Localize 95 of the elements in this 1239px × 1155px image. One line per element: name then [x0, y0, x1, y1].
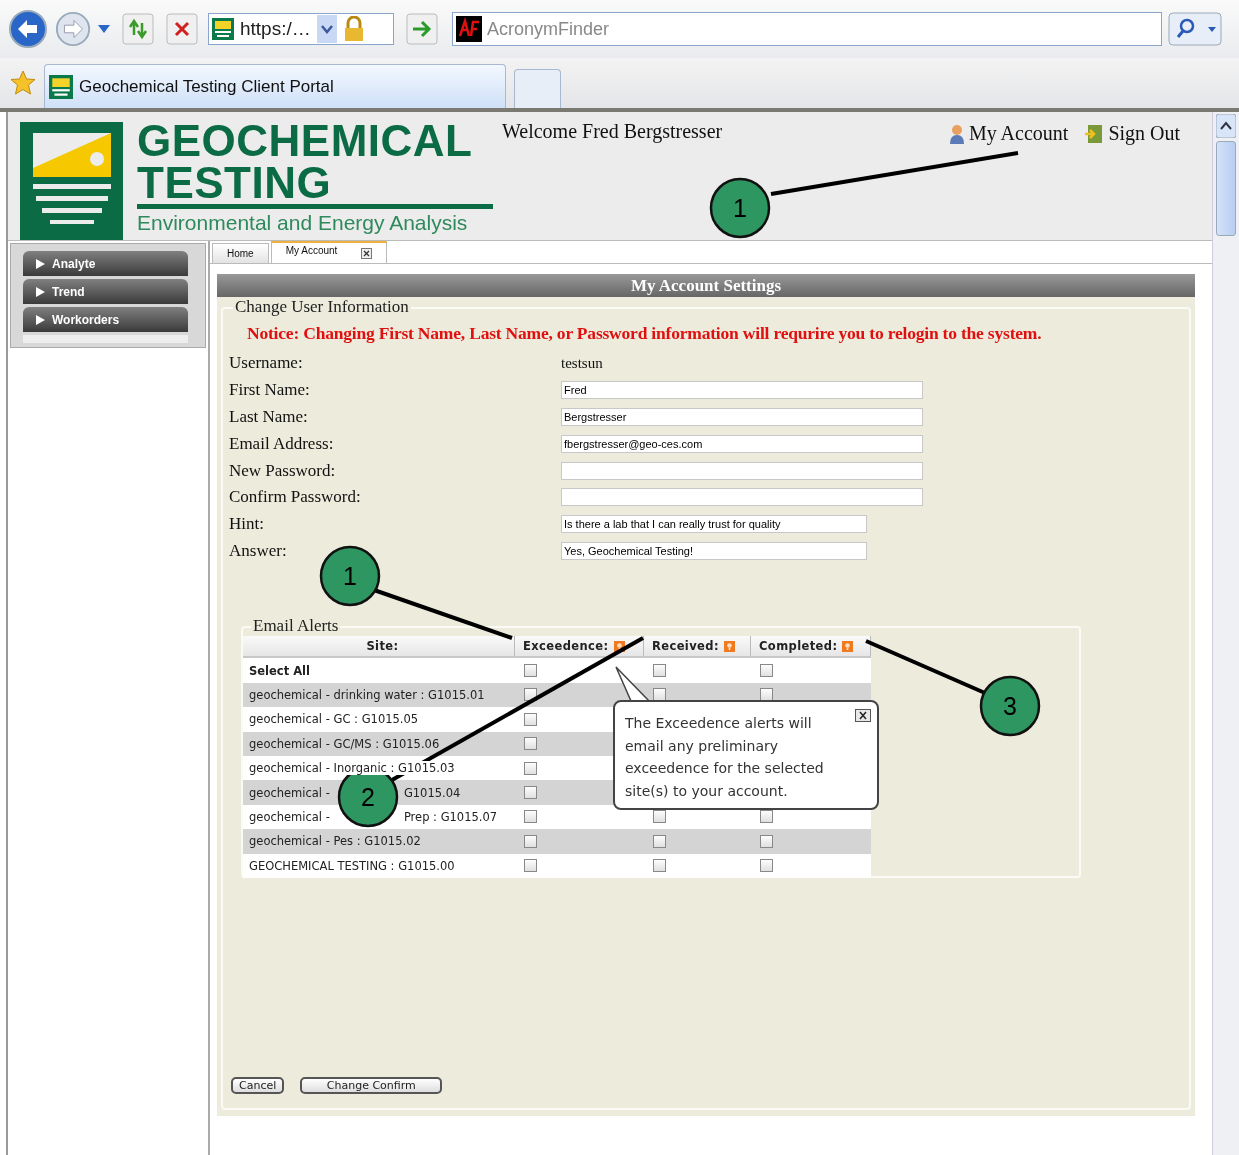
search-provider-icon — [456, 16, 482, 42]
site-name: GEOCHEMICAL TESTING : G1015.00 — [249, 858, 455, 873]
user-icon — [948, 123, 965, 144]
checkbox[interactable] — [653, 859, 666, 873]
back-icon[interactable] — [8, 9, 48, 49]
checkbox[interactable] — [524, 664, 537, 678]
checkbox[interactable] — [524, 712, 537, 726]
site-name: geochemical - — [249, 809, 330, 824]
brand-title: TESTING — [137, 162, 493, 209]
field-label: Email Address: — [229, 433, 335, 454]
input-field[interactable]: Bergstresser — [561, 408, 923, 426]
form-button[interactable]: Change Confirm — [300, 1077, 443, 1094]
checkbox[interactable] — [653, 834, 666, 848]
checkbox[interactable] — [524, 786, 537, 799]
field-label: Answer: — [229, 540, 288, 561]
expand-arrow-icon — [35, 314, 45, 325]
help-icon[interactable] — [613, 640, 625, 652]
checkbox[interactable] — [524, 834, 537, 848]
page-tab[interactable]: Home — [212, 243, 269, 263]
close-icon[interactable] — [855, 709, 871, 723]
tooltip: The Exceedence alerts will email any preliminary exceedence for the selected site(s) to your account. — [613, 700, 879, 811]
field-value: testsun — [561, 354, 603, 372]
lock-icon — [342, 16, 365, 42]
scroll-thumb[interactable] — [1216, 141, 1237, 236]
column-header: Exceedence: — [515, 636, 644, 657]
site-name: geochemical - drinking water : G1015.01 — [249, 687, 485, 702]
checkbox[interactable] — [760, 834, 773, 848]
input-field[interactable] — [561, 461, 923, 480]
checkbox[interactable] — [524, 737, 537, 751]
site-icon — [212, 18, 234, 40]
site-name: geochemical - GC/MS : G1015.06 — [249, 736, 440, 751]
callout-badge: 3 — [979, 675, 1041, 737]
input-field[interactable] — [561, 488, 923, 507]
site-name: geochemical - — [249, 785, 330, 800]
dropdown-icon[interactable] — [316, 15, 337, 43]
field-label: Last Name: — [229, 407, 309, 427]
stop-icon[interactable] — [166, 13, 198, 45]
checkbox[interactable] — [524, 859, 537, 873]
field-label: Username: — [229, 353, 304, 374]
section-legend: Change User Information — [233, 297, 411, 317]
callout-badge: 1 — [319, 545, 381, 607]
checkbox[interactable] — [760, 810, 773, 824]
form-button[interactable]: Cancel — [231, 1077, 285, 1094]
input-field[interactable]: fbergstresser@geo-ces.com — [561, 434, 923, 453]
checkbox[interactable] — [760, 859, 773, 873]
expand-arrow-icon — [35, 258, 45, 269]
search-field[interactable]: AcronymFinder — [452, 12, 1162, 46]
favorites-star-icon[interactable] — [10, 70, 36, 96]
column-header: Site: — [243, 636, 515, 657]
site-name: geochemical - Inorganic : G1015.03 — [249, 761, 455, 776]
input-field[interactable]: Fred — [561, 381, 923, 400]
input-field[interactable]: Yes, Geochemical Testing! — [561, 541, 867, 560]
header-link[interactable]: Sign Out — [1108, 122, 1181, 145]
search-icon[interactable] — [1168, 12, 1222, 46]
brand-tagline: Environmental and Energy Analysis — [137, 210, 469, 236]
welcome-text: Welcome Fred Bergstresser — [502, 120, 723, 143]
tooltip-tail — [615, 666, 651, 703]
field-label: Hint: — [229, 514, 265, 535]
field-label: New Password: — [229, 460, 337, 481]
checkbox[interactable] — [653, 664, 666, 678]
scrollbar[interactable] — [1212, 112, 1239, 1155]
site-name: geochemical - Pes : G1015.02 — [249, 834, 421, 849]
field-label: First Name: — [229, 380, 311, 401]
close-icon[interactable] — [361, 248, 373, 259]
input-field[interactable]: Is there a lab that I can really trust for quality — [561, 515, 867, 534]
page-tab[interactable]: My Account — [270, 241, 388, 263]
header-link[interactable]: My Account — [968, 122, 1069, 145]
checkbox[interactable] — [653, 810, 666, 824]
expand-arrow-icon — [35, 286, 45, 297]
forward-icon[interactable] — [54, 10, 92, 48]
site-name: G1015.04 — [403, 785, 461, 800]
callout-badge: 1 — [709, 177, 771, 239]
column-header: Completed: — [751, 636, 871, 657]
go-icon[interactable] — [406, 13, 438, 45]
checkbox[interactable] — [524, 761, 537, 775]
checkbox[interactable] — [524, 810, 537, 824]
site-name: Prep : G1015.07 — [403, 809, 498, 824]
notice-text: Notice: Changing First Name, Last Name, or Password information will requrire you to relogin to the system. — [247, 323, 1043, 344]
address-field[interactable]: https:/… — [208, 13, 394, 45]
checkbox[interactable] — [760, 664, 773, 678]
sidebar-item[interactable]: Workorders — [23, 307, 188, 332]
panel-title: My Account Settings — [217, 274, 1195, 297]
column-header: Received: — [644, 636, 751, 657]
field-label: Confirm Password: — [229, 487, 362, 508]
exit-door-icon — [1084, 123, 1105, 144]
refresh-icon[interactable] — [122, 13, 154, 45]
site-name: Select All — [249, 663, 310, 678]
site-icon — [49, 74, 73, 99]
site-name: geochemical - GC : G1015.05 — [249, 712, 419, 727]
caret-icon[interactable] — [98, 25, 110, 33]
brand-title: GEOCHEMICAL — [137, 120, 474, 162]
browser-tab[interactable]: Geochemical Testing Client Portal — [44, 64, 506, 108]
sidebar-item[interactable]: Analyte — [23, 251, 188, 276]
sidebar-item[interactable]: Trend — [23, 279, 188, 304]
scroll-up-icon[interactable] — [1216, 114, 1237, 138]
